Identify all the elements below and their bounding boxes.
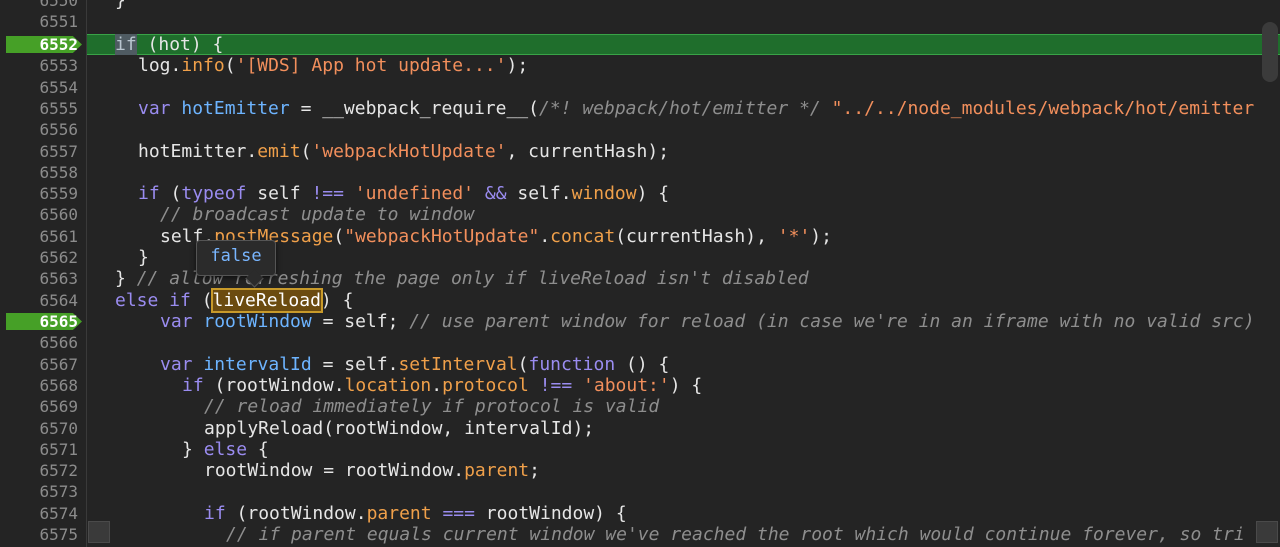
hovered-variable-liveReload[interactable]: liveReload xyxy=(210,287,323,313)
line-code: if (rootWindow.parent === rootWindow) { xyxy=(204,502,627,524)
line-number: 6550 xyxy=(39,0,78,10)
line-code: else if (liveReload) { xyxy=(115,287,354,313)
code-line[interactable]: 6562 } xyxy=(0,247,1280,268)
code-line[interactable]: 6566 xyxy=(0,332,1280,353)
line-code: var rootWindow = self; // use parent win… xyxy=(160,311,1255,332)
current-execution-line[interactable]: 6552 if (hot) { xyxy=(0,34,1280,56)
line-number: 6563 xyxy=(39,269,78,289)
scroll-corner[interactable] xyxy=(1256,521,1278,543)
line-code: } else { xyxy=(182,438,269,460)
code-line[interactable]: 6553 log.info('[WDS] App hot update...')… xyxy=(0,55,1280,76)
code-line[interactable]: 6563 } // allow refreshing the page only… xyxy=(0,268,1280,289)
line-number: 6554 xyxy=(39,77,78,97)
tooltip-value: false xyxy=(210,246,262,266)
code-line[interactable]: 6574 if (rootWindow.parent === rootWindo… xyxy=(0,503,1280,524)
code-line[interactable]: 6559 if (typeof self !== 'undefined' && … xyxy=(0,183,1280,204)
line-number: 6558 xyxy=(39,162,78,182)
line-number: 6559 xyxy=(39,184,78,204)
line-number: 6555 xyxy=(39,98,78,118)
line-number: 6557 xyxy=(39,141,78,161)
line-number: 6571 xyxy=(39,439,78,459)
line-number: 6562 xyxy=(39,248,78,267)
line-code: var hotEmitter = __webpack_require__(/*!… xyxy=(138,97,1255,119)
code-line[interactable]: 6555 var hotEmitter = __webpack_require_… xyxy=(0,98,1280,119)
line-number: 6570 xyxy=(39,418,78,438)
variable-value-tooltip: false xyxy=(196,240,276,288)
line-code: rootWindow = rootWindow.parent; xyxy=(204,460,540,482)
line-number: 6568 xyxy=(39,375,78,395)
line-number: 6569 xyxy=(39,397,78,417)
code-line[interactable]: 6556 xyxy=(0,119,1280,140)
code-line[interactable]: 6558 xyxy=(0,162,1280,183)
line-code: if (rootWindow.location.protocol !== 'ab… xyxy=(182,374,703,396)
code-line[interactable]: 6564 else if (liveReload) { xyxy=(0,287,1280,313)
code-line[interactable]: 6573 xyxy=(0,481,1280,502)
line-code: if (typeof self !== 'undefined' && self.… xyxy=(138,183,670,205)
line-code: // reload immediately if protocol is val… xyxy=(204,396,660,418)
current-line-highlight xyxy=(87,34,1280,56)
line-number: 6567 xyxy=(39,354,78,374)
line-number: 6572 xyxy=(39,461,78,481)
line-number: 6561 xyxy=(39,226,78,246)
line-code: hotEmitter.emit('webpackHotUpdate', curr… xyxy=(138,140,670,162)
line-code: // if parent equals current window we've… xyxy=(226,524,1245,545)
code-line[interactable]: 6572 rootWindow = rootWindow.parent; xyxy=(0,460,1280,481)
vertical-scrollbar-thumb[interactable] xyxy=(1262,22,1278,82)
horizontal-scroll-corner[interactable] xyxy=(88,521,110,543)
line-code: log.info('[WDS] App hot update...'); xyxy=(138,55,529,77)
line-number: 6566 xyxy=(39,333,78,353)
code-line[interactable]: 6567 var intervalId = self.setInterval(f… xyxy=(0,354,1280,375)
line-number: 6564 xyxy=(39,290,78,310)
line-number: 6560 xyxy=(39,205,78,225)
line-number: 6565 xyxy=(39,312,78,331)
line-code: applyReload(rootWindow, intervalId); xyxy=(204,417,595,439)
code-line[interactable]: 6561 self.postMessage("webpackHotUpdate"… xyxy=(0,226,1280,247)
line-number: 6574 xyxy=(39,503,78,523)
code-line[interactable]: 6569 // reload immediately if protocol i… xyxy=(0,396,1280,417)
line-number: 6551 xyxy=(39,12,78,32)
code-editor[interactable]: 6550 } 6551 6552 if (hot) { 6553 log.inf… xyxy=(0,0,1280,547)
code-line[interactable]: 6568 if (rootWindow.location.protocol !=… xyxy=(0,375,1280,396)
line-number: 6573 xyxy=(39,482,78,502)
code-line[interactable]: 6570 applyReload(rootWindow, intervalId)… xyxy=(0,418,1280,439)
code-line[interactable]: 6557 hotEmitter.emit('webpackHotUpdate',… xyxy=(0,141,1280,162)
code-line[interactable]: 6551 xyxy=(0,11,1280,32)
code-line[interactable]: 6560 // broadcast update to window xyxy=(0,204,1280,225)
line-code: } xyxy=(138,247,149,268)
code-line[interactable]: 6550 } xyxy=(0,0,1280,11)
code-line[interactable]: 6554 xyxy=(0,77,1280,98)
line-number: 6575 xyxy=(39,525,78,544)
line-code: // broadcast update to window xyxy=(160,204,475,226)
line-number: 6553 xyxy=(39,56,78,76)
line-number: 6556 xyxy=(39,120,78,140)
line-code: if (hot) { xyxy=(115,34,224,55)
code-line[interactable]: 6565 var rootWindow = self; // use paren… xyxy=(0,311,1280,332)
line-number: 6552 xyxy=(39,35,78,54)
code-line[interactable]: 6571 } else { xyxy=(0,439,1280,460)
code-line[interactable]: 6575 // if parent equals current window … xyxy=(0,524,1280,545)
line-code: var intervalId = self.setInterval(functi… xyxy=(160,353,670,375)
line-code: } xyxy=(115,0,126,11)
